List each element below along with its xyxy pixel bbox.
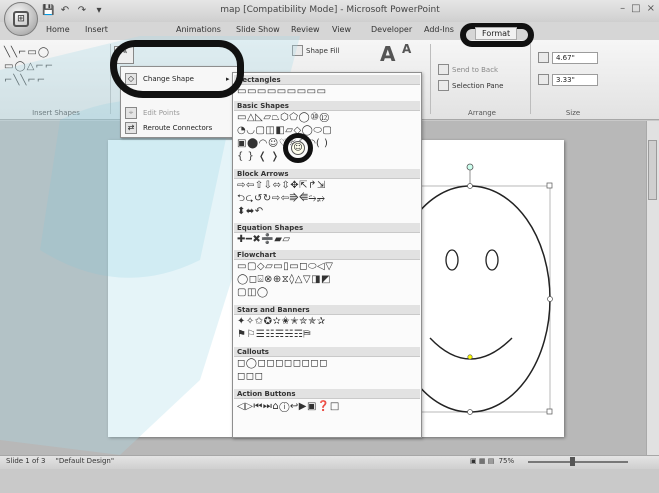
category-equation-shapes: Equation Shapes	[234, 223, 420, 233]
shape-row[interactable]: ✚━✖➗▰▱	[237, 234, 291, 246]
resize-handle[interactable]	[546, 182, 553, 189]
resize-handle[interactable]	[547, 296, 553, 302]
category-flowchart: Flowchart	[234, 250, 420, 260]
shape-row[interactable]: ⮌⮎↺↻⇨⇦⭆⭅⭇⭈	[237, 193, 326, 205]
shape-row[interactable]: ▭▢◇▱▭▯▭◻⬭◁▽	[237, 261, 333, 273]
shape-row[interactable]: ⬍⬌↶	[237, 206, 264, 218]
category-block-arrows: Block Arrows	[234, 169, 420, 179]
shape-row[interactable]: ◁▷⏮⏭⌂ⓘ↩▶▣❓□	[237, 401, 340, 413]
resize-handle[interactable]	[467, 409, 473, 415]
edit-points-menu-item[interactable]: ⌖ Edit Points	[125, 107, 180, 119]
shape-row[interactable]: ◯◻⌺⊗⊕⧖◊△▽◨◩	[237, 274, 331, 286]
edit-points-icon: ⌖	[125, 107, 137, 119]
resize-handle[interactable]	[467, 183, 473, 189]
shape-row[interactable]: ▭▭▭▭▭▭▭▭▭	[237, 86, 327, 98]
category-basic-shapes: Basic Shapes	[234, 101, 420, 111]
category-callouts: Callouts	[234, 347, 420, 357]
smiley-face-shape-icon[interactable]: ☺	[291, 141, 305, 155]
adjust-handle[interactable]	[467, 354, 473, 360]
shape-gallery: Rectangles ▭▭▭▭▭▭▭▭▭ Basic Shapes ▭△◺▱⏢⬡…	[232, 72, 422, 438]
reroute-connectors-menu-item[interactable]: ⇄ Reroute Connectors	[125, 122, 212, 134]
shape-row[interactable]: ▭△◺▱⏢⬡⬠◯⑩⑫	[237, 112, 329, 124]
resize-handle[interactable]	[546, 408, 553, 415]
category-stars-and-banners: Stars and Banners	[234, 305, 420, 315]
category-action-buttons: Action Buttons	[234, 389, 420, 399]
tab-format[interactable]: Format	[475, 27, 518, 40]
shape-row[interactable]: ◻◻◻	[237, 371, 263, 383]
reroute-label: Reroute Connectors	[143, 124, 213, 132]
edit-points-label: Edit Points	[143, 109, 180, 117]
shape-row[interactable]: ▢◫◯	[237, 287, 269, 299]
change-shape-highlight	[110, 40, 244, 98]
shape-row[interactable]: ⇨⇦⇧⇩⬄⇳✥⇱↱⇲	[237, 180, 326, 192]
shape-row[interactable]: ◻◯◻◻◻◻◻◻◻◻	[237, 358, 328, 370]
shape-row[interactable]: { } ❬ ❭	[237, 151, 280, 163]
shape-row[interactable]: ◔◡▢◫◧▱◇◯⬭▢	[237, 125, 332, 137]
shape-row[interactable]: ⚑⚐☰☷☴☵☶⛿	[237, 329, 311, 341]
reroute-icon: ⇄	[125, 122, 137, 134]
shape-row[interactable]: ✦✧✩✪✫✬✭✮✯✰	[237, 316, 326, 328]
rotation-handle[interactable]	[466, 163, 474, 171]
category-rectangles: Rectangles	[234, 75, 420, 85]
